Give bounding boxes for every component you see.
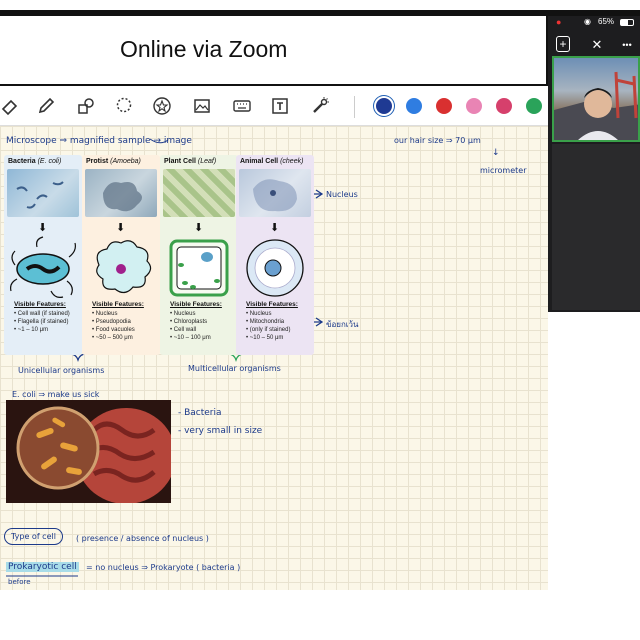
ecoli-intestine-image <box>6 400 171 503</box>
screen: Online via Zoom Microscope ⇒ magnified s… <box>0 0 640 640</box>
arrow-down-icon: ⬇ <box>270 222 280 234</box>
bacteria-illustration <box>10 236 76 298</box>
cell-card-bacteria: Bacteria (E. coli) ⬇ Visible Features: C… <box>4 155 82 355</box>
feature-heading: Visible Features: <box>246 301 298 308</box>
card-title: Bacteria (E. coli) <box>8 158 62 165</box>
toolbar-divider <box>354 96 355 118</box>
card-title: Plant Cell (Leaf) <box>164 158 217 165</box>
feature-heading: Visible Features: <box>170 301 222 308</box>
color-swatch-green[interactable] <box>526 98 542 114</box>
cheek-cell-photo <box>239 169 311 217</box>
arrow-down-icon: ⬇ <box>194 222 204 234</box>
lasso-icon[interactable] <box>114 96 134 116</box>
shapes-icon[interactable] <box>76 96 96 116</box>
cell-card-plant: Plant Cell (Leaf) ⬇ Visible Features: Nu… <box>160 155 238 355</box>
battery-icon <box>620 19 634 26</box>
arrow-down-icon: ⬇ <box>116 222 126 234</box>
participant-video[interactable] <box>552 56 640 142</box>
pencil-icon[interactable] <box>36 96 56 116</box>
feature-item: Flagella (if stained) <box>14 318 70 326</box>
feature-item: ~1 – 10 μm <box>14 326 70 334</box>
feature-item: Pseudopodia <box>92 318 135 326</box>
feature-item: Mitochondria <box>246 318 290 326</box>
color-swatch-navy[interactable] <box>376 98 392 114</box>
feature-item: Nucleus <box>170 310 211 318</box>
feature-list: Nucleus Chloroplasts Cell wall ~10 – 100… <box>170 310 211 342</box>
video-panel-background <box>552 144 640 310</box>
feature-item: (only if stained) <box>246 326 291 334</box>
amoeba-illustration <box>96 240 152 294</box>
bacteria-photo <box>7 169 79 217</box>
feature-item: ~10 – 50 μm <box>246 334 290 342</box>
wifi-icon: ◉ <box>584 17 591 26</box>
card-title: Animal Cell (cheek) <box>240 158 304 165</box>
image-icon[interactable] <box>192 96 212 116</box>
record-icon: ● <box>556 17 562 27</box>
close-icon[interactable]: ✕ <box>588 36 606 54</box>
share-add-icon[interactable]: + <box>556 36 570 52</box>
feature-item: ~50 – 500 μm <box>92 334 135 342</box>
feature-heading: Visible Features: <box>14 301 66 308</box>
feature-list: Nucleus Pseudopodia Food vacuoles ~50 – … <box>92 310 135 342</box>
feature-item: Cell wall <box>170 326 211 334</box>
card-title: Protist (Amoeba) <box>86 158 141 165</box>
feature-heading: Visible Features: <box>92 301 144 308</box>
eraser-icon[interactable] <box>0 96 20 116</box>
leaf-photo <box>163 169 235 217</box>
plant-cell-illustration <box>169 239 229 297</box>
feature-item: Nucleus <box>92 310 135 318</box>
sticker-star-icon[interactable] <box>152 96 172 116</box>
arrow-down-icon: ⬇ <box>38 222 48 234</box>
color-swatch-rose[interactable] <box>496 98 512 114</box>
feature-item: Food vacuoles <box>92 326 135 334</box>
keyboard-icon[interactable] <box>232 96 252 116</box>
color-swatch-pink[interactable] <box>466 98 482 114</box>
text-box-icon[interactable] <box>270 96 290 116</box>
color-swatch-red[interactable] <box>436 98 452 114</box>
cell-card-animal: Animal Cell (cheek) ⬇ Visible Features: … <box>236 155 314 355</box>
feature-item: Cell wall (if stained) <box>14 310 70 318</box>
feature-list: Nucleus Mitochondria (only if stained) ~… <box>246 310 291 342</box>
feature-list: Cell wall (if stained) Flagella (if stai… <box>14 310 70 334</box>
battery-level: 65% <box>598 17 615 26</box>
color-swatch-blue[interactable] <box>406 98 422 114</box>
feature-item: Chloroplasts <box>170 318 211 326</box>
cell-card-protist: Protist (Amoeba) ⬇ Visible Features: Nuc… <box>82 155 160 355</box>
feature-item: ~10 – 100 μm <box>170 334 211 342</box>
animal-cell-illustration <box>246 239 304 297</box>
laser-pointer-icon[interactable] <box>310 96 330 116</box>
more-icon[interactable]: ••• <box>616 36 638 54</box>
feature-item: Nucleus <box>246 310 290 318</box>
amoeba-photo <box>85 169 157 217</box>
window-title: Online via Zoom <box>120 36 288 62</box>
